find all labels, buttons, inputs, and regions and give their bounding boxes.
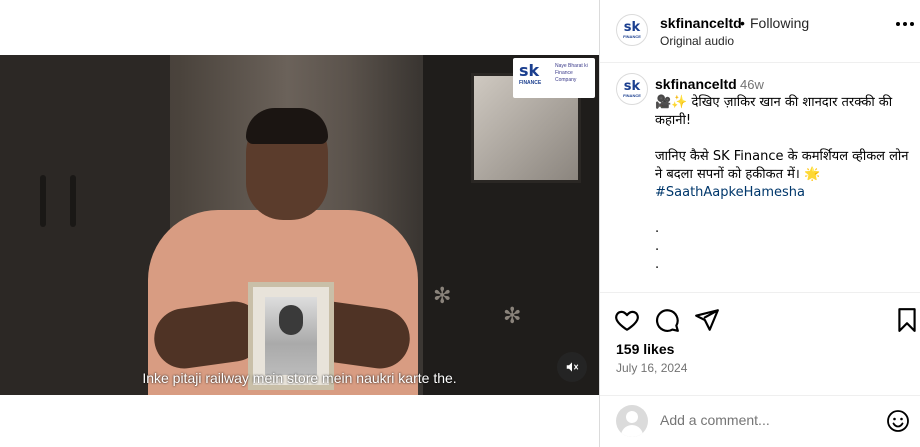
caption-dot: . — [655, 257, 660, 272]
emoji-icon[interactable] — [886, 409, 910, 433]
comment-input[interactable] — [660, 412, 860, 428]
following-button[interactable]: Following — [750, 15, 809, 31]
comment-icon[interactable] — [654, 307, 680, 333]
mute-button[interactable] — [557, 352, 587, 382]
caption-time[interactable]: 46w — [740, 77, 764, 92]
likes-count[interactable]: 159 likes — [616, 341, 674, 357]
avatar-sub: FINANCE — [623, 34, 641, 39]
caption-dot: . — [655, 239, 660, 254]
avatar-logo: sk FINANCE — [623, 21, 641, 39]
user-avatar — [616, 405, 648, 437]
avatar-mark: sk — [623, 79, 641, 94]
logo-mark: sk — [519, 61, 540, 80]
avatar[interactable]: sk FINANCE — [616, 14, 648, 46]
share-icon[interactable] — [694, 307, 720, 333]
post-date[interactable]: July 16, 2024 — [616, 361, 687, 375]
header-username[interactable]: skfinanceltd — [660, 15, 742, 31]
logo-tagline: Naye Bharat ki Finance Company — [555, 63, 588, 83]
caption-avatar[interactable]: sk FINANCE — [616, 73, 648, 105]
caption-line: जानिए कैसे SK Finance के कमर्शियल व्हीकल… — [655, 149, 909, 182]
action-bar — [600, 303, 920, 337]
media-pane: ✻ ✻ Inke pitaji railway mein store mein … — [0, 0, 599, 447]
framed-photo-figure — [279, 305, 303, 335]
original-audio-link[interactable]: Original audio — [660, 34, 734, 48]
heart-icon[interactable] — [614, 307, 640, 333]
caption-dot: . — [655, 221, 660, 236]
post-header: sk FINANCE skfinanceltd • Following Orig… — [600, 0, 920, 63]
video-door — [0, 55, 170, 395]
video-player[interactable]: ✻ ✻ Inke pitaji railway mein store mein … — [0, 55, 599, 395]
door-handle — [70, 175, 76, 227]
comment-bar — [600, 395, 920, 447]
video-wardrobe: ✻ ✻ — [420, 55, 599, 395]
logo-sub: FINANCE — [519, 80, 542, 86]
hashtag-link[interactable]: #SaathAapkeHamesha — [655, 184, 910, 202]
caption-text: 🎥✨ देखिए ज़ाकिर खान की शानदार तरक्की की … — [655, 94, 910, 274]
more-icon[interactable] — [896, 22, 914, 28]
post-details-panel: sk FINANCE skfinanceltd • Following Orig… — [599, 0, 920, 447]
sk-finance-logo: sk FINANCE Naye Bharat ki Finance Compan… — [513, 58, 595, 98]
caption: sk FINANCE skfinanceltd 46w 🎥✨ देखिए ज़ा… — [600, 63, 920, 293]
framed-photo — [265, 297, 317, 375]
wardrobe-ornament: ✻ — [503, 303, 522, 328]
video-person — [148, 90, 418, 395]
avatar-mark: sk — [623, 20, 641, 35]
avatar-sub: FINANCE — [623, 93, 641, 98]
header-separator: • — [740, 15, 745, 31]
caption-username[interactable]: skfinanceltd — [655, 76, 737, 92]
instagram-post-modal: ✻ ✻ Inke pitaji railway mein store mein … — [0, 0, 920, 447]
caption-line: 🎥✨ देखिए ज़ाकिर खान की शानदार तरक्की की … — [655, 95, 893, 128]
avatar-logo: sk FINANCE — [623, 80, 641, 98]
bookmark-icon[interactable] — [894, 307, 920, 333]
wardrobe-ornament: ✻ — [433, 283, 452, 308]
person-hair — [246, 108, 328, 144]
speaker-muted-icon — [566, 362, 579, 372]
video-subtitle: Inke pitaji railway mein store mein nauk… — [142, 370, 457, 386]
door-handle — [40, 175, 46, 227]
